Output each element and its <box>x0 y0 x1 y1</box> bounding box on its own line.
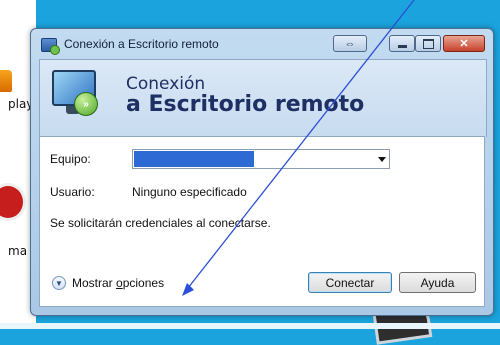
close-button[interactable]: ✕ <box>443 35 485 52</box>
expand-down-icon[interactable]: ▼ <box>52 276 66 290</box>
computer-combobox[interactable] <box>132 149 390 169</box>
user-value: Ninguno especificado <box>132 185 247 199</box>
title-bar[interactable]: Conexión a Escritorio remoto ⇔ ✕ <box>31 29 493 59</box>
desktop-icon-label: ma <box>8 244 28 258</box>
swap-screen-icon: ⇔ <box>344 37 356 50</box>
help-button[interactable]: Ayuda <box>399 272 476 293</box>
credentials-note: Se solicitarán credenciales al conectars… <box>50 216 271 230</box>
remote-desktop-monitor-icon: » <box>52 70 98 116</box>
maximize-icon <box>422 38 434 49</box>
desktop-app-icon[interactable] <box>0 70 12 92</box>
computer-value-redacted <box>134 151 254 167</box>
header-title-line1: Conexión <box>126 74 206 94</box>
desktop-bottom-strip <box>0 323 500 329</box>
close-icon: ✕ <box>459 38 469 50</box>
dialog-body: Equipo: Usuario: Ninguno especificado Se… <box>39 136 485 307</box>
window-title: Conexión a Escritorio remoto <box>64 37 219 51</box>
show-options-link[interactable]: ▼ Mostrar opciones <box>52 276 164 290</box>
user-label: Usuario: <box>50 185 95 199</box>
connect-button[interactable]: Conectar <box>308 272 392 293</box>
maximize-button[interactable] <box>415 35 441 52</box>
remote-desktop-icon <box>41 38 60 55</box>
remote-desktop-window: Conexión a Escritorio remoto ⇔ ✕ » Conex… <box>30 28 494 316</box>
minimize-button[interactable] <box>389 35 415 52</box>
header-title-line2: a Escritorio remoto <box>126 92 365 117</box>
dialog-header-banner: » Conexión a Escritorio remoto <box>39 59 487 137</box>
chevron-down-icon[interactable] <box>378 157 386 162</box>
computer-label: Equipo: <box>50 152 91 166</box>
swap-screen-button[interactable]: ⇔ <box>333 35 367 52</box>
show-options-label[interactable]: Mostrar opciones <box>72 276 164 290</box>
minimize-icon <box>397 45 407 48</box>
